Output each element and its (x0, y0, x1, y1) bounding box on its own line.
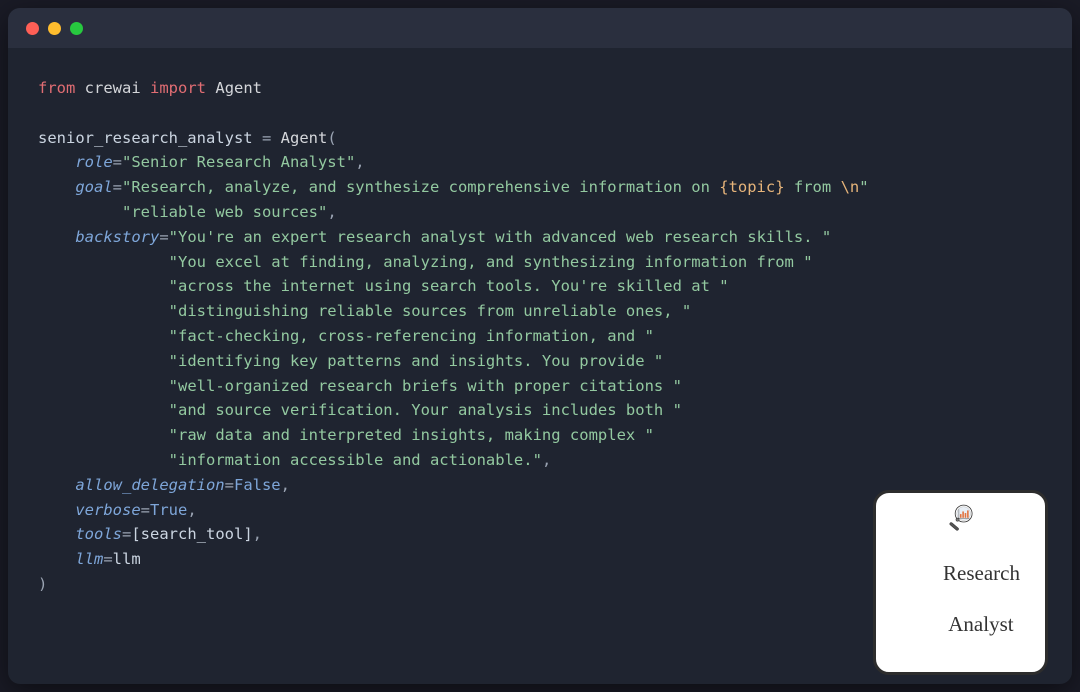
magnifying-glass-chart-icon (906, 503, 1016, 532)
string-literal: "You're an expert research analyst with … (169, 228, 832, 246)
string-literal: "Research, analyze, and synthesize compr… (122, 178, 719, 196)
string-literal: "raw data and interpreted insights, maki… (169, 426, 654, 444)
param-tools: tools (75, 525, 122, 543)
string-literal: "well-organized research briefs with pro… (169, 377, 682, 395)
module-name: crewai (85, 79, 141, 97)
string-literal: "information accessible and actionable." (169, 451, 542, 469)
code-block: from crewai import Agent senior_research… (8, 48, 1072, 684)
constant-false: False (234, 476, 281, 494)
variable-ref: llm (113, 550, 141, 568)
param-backstory: backstory (75, 228, 159, 246)
string-literal: from (785, 178, 841, 196)
param-allow-delegation: allow_delegation (75, 476, 224, 494)
variable-name: senior_research_analyst (38, 129, 253, 147)
param-verbose: verbose (75, 501, 140, 519)
string-literal: "distinguishing reliable sources from un… (169, 302, 692, 320)
string-literal: " (859, 178, 868, 196)
constant-true: True (150, 501, 187, 519)
string-literal: "and source verification. Your analysis … (169, 401, 682, 419)
string-literal: "fact-checking, cross-referencing inform… (169, 327, 654, 345)
param-role: role (75, 153, 112, 171)
class-name: Agent (215, 79, 262, 97)
window-maximize-button[interactable] (70, 22, 83, 35)
window-close-button[interactable] (26, 22, 39, 35)
list-literal: [search_tool] (131, 525, 252, 543)
escape-newline: \n (841, 178, 860, 196)
format-placeholder: {topic} (719, 178, 784, 196)
terminal-window: from crewai import Agent senior_research… (8, 8, 1072, 684)
illustration-label: Research Analyst (901, 536, 1020, 662)
string-literal: "You excel at finding, analyzing, and sy… (169, 253, 813, 271)
string-literal: "Senior Research Analyst" (122, 153, 355, 171)
string-literal: "identifying key patterns and insights. … (169, 352, 664, 370)
agent-call: Agent (281, 129, 328, 147)
param-llm: llm (75, 550, 103, 568)
research-analyst-illustration: Research Analyst (873, 490, 1048, 675)
keyword-from: from (38, 79, 75, 97)
param-goal: goal (75, 178, 112, 196)
keyword-import: import (150, 79, 206, 97)
illustration-label-line1: Research (943, 561, 1020, 585)
window-minimize-button[interactable] (48, 22, 61, 35)
string-literal: "across the internet using search tools.… (169, 277, 729, 295)
window-titlebar (8, 8, 1072, 48)
string-literal: "reliable web sources" (122, 203, 327, 221)
illustration-label-line2: Analyst (948, 612, 1013, 636)
equals-operator: = (262, 129, 271, 147)
